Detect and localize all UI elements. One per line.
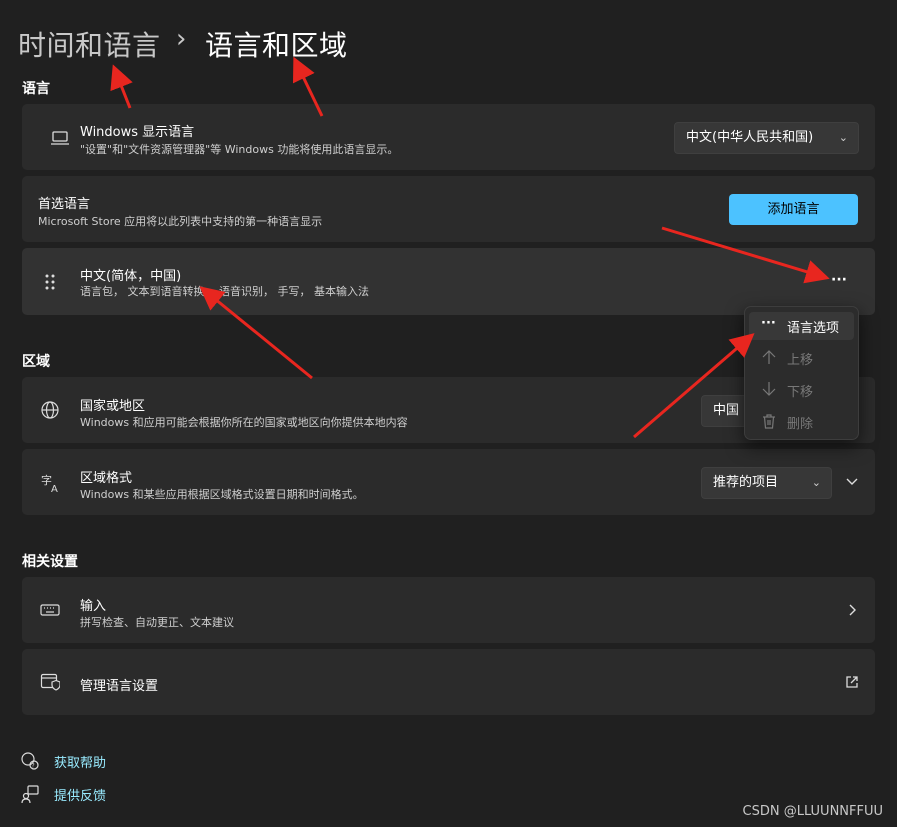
watermark: CSDN @LLUUNNFFUU — [742, 804, 884, 819]
annotation-arrow-title — [292, 56, 324, 117]
annotation-arrows — [110, 56, 830, 439]
annotation-arrow-more — [661, 226, 830, 284]
annotation-arrow-language-item — [199, 286, 313, 380]
annotation-arrow-language-options — [633, 333, 755, 439]
annotation-arrow-breadcrumb — [110, 64, 133, 109]
